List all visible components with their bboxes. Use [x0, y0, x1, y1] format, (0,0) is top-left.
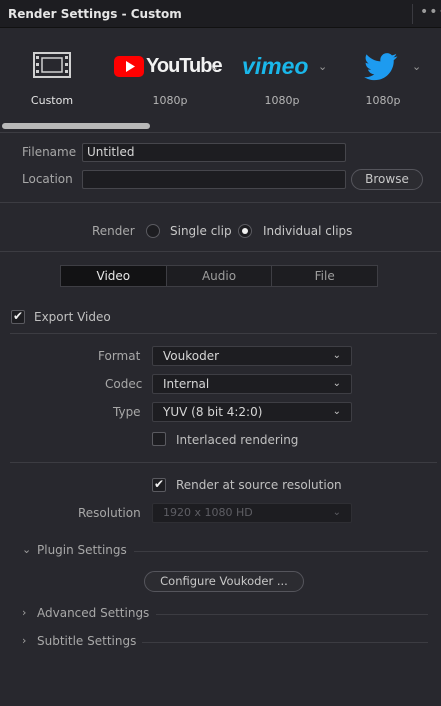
scrollbar-thumb[interactable]	[2, 123, 150, 129]
browse-button[interactable]: Browse	[351, 169, 423, 190]
more-options-icon[interactable]: •••	[420, 4, 441, 20]
panel-title: Render Settings - Custom	[8, 7, 182, 21]
type-label: Type	[113, 405, 141, 419]
interlaced-label[interactable]: Interlaced rendering	[176, 433, 298, 447]
vimeo-logo: vimeo	[242, 53, 309, 79]
subtitle-settings-section[interactable]: › Subtitle Settings	[22, 634, 428, 650]
chevron-down-icon: ⌄	[412, 60, 422, 73]
render-source-resolution-checkbox[interactable]	[152, 477, 166, 492]
resolution-label: Resolution	[78, 506, 141, 520]
section-divider	[156, 614, 428, 615]
location-label: Location	[22, 172, 73, 186]
single-clip-label[interactable]: Single clip	[170, 224, 232, 238]
chevron-down-icon: ⌄	[332, 350, 341, 361]
divider	[10, 333, 437, 334]
preset-youtube[interactable]: YouTube ⌄ 1080p	[110, 40, 230, 112]
tab-audio[interactable]: Audio	[167, 266, 273, 286]
settings-tabs: Video Audio File	[60, 265, 378, 287]
divider	[0, 132, 441, 133]
format-select[interactable]: Voukoder ⌄	[152, 346, 352, 366]
format-label: Format	[98, 349, 141, 363]
render-source-resolution-label[interactable]: Render at source resolution	[176, 478, 342, 492]
divider	[0, 251, 441, 252]
plugin-settings-section[interactable]: ⌄ Plugin Settings	[22, 543, 428, 559]
divider	[10, 462, 437, 463]
preset-custom[interactable]: Custom	[7, 40, 97, 112]
chevron-down-icon: ⌄	[318, 60, 328, 73]
film-icon	[33, 52, 71, 78]
resolution-select: 1920 x 1080 HD ⌄	[152, 503, 352, 523]
advanced-settings-label: Advanced Settings	[37, 606, 150, 620]
chevron-down-icon: ⌄	[332, 378, 341, 389]
section-divider	[134, 551, 428, 552]
chevron-down-icon: ⌄	[210, 60, 220, 73]
filename-field[interactable]: Untitled	[82, 143, 346, 162]
chevron-down-icon: ⌄	[332, 406, 341, 417]
individual-clips-radio[interactable]	[238, 224, 252, 238]
tab-video[interactable]: Video	[61, 266, 167, 286]
preset-twitter[interactable]: ⌄ 1080p	[338, 40, 428, 112]
plugin-settings-label: Plugin Settings	[37, 543, 127, 557]
tab-file[interactable]: File	[272, 266, 377, 286]
preset-youtube-label: 1080p	[152, 94, 188, 107]
preset-vimeo-label: 1080p	[264, 94, 300, 107]
preset-custom-label: Custom	[30, 94, 74, 107]
subtitle-settings-label: Subtitle Settings	[37, 634, 137, 648]
chevron-down-icon: ⌄	[332, 507, 341, 518]
type-value: YUV (8 bit 4:2:0)	[163, 405, 263, 419]
codec-value: Internal	[163, 377, 210, 391]
advanced-settings-section[interactable]: › Advanced Settings	[22, 606, 428, 622]
preset-vimeo[interactable]: vimeo ⌄ 1080p	[232, 40, 332, 112]
twitter-bird-icon	[364, 53, 398, 81]
section-divider	[142, 642, 428, 643]
header-divider	[412, 4, 413, 24]
format-value: Voukoder	[163, 349, 220, 363]
type-select[interactable]: YUV (8 bit 4:2:0) ⌄	[152, 402, 352, 422]
configure-voukoder-button[interactable]: Configure Voukoder ...	[144, 571, 304, 592]
chevron-right-icon: ›	[22, 634, 27, 647]
chevron-down-icon: ⌄	[22, 543, 32, 556]
export-video-checkbox[interactable]	[11, 309, 25, 324]
chevron-right-icon: ›	[22, 606, 27, 619]
codec-label: Codec	[105, 377, 143, 391]
preset-twitter-label: 1080p	[365, 94, 401, 107]
codec-select[interactable]: Internal ⌄	[152, 374, 352, 394]
render-label: Render	[92, 224, 135, 238]
individual-clips-label[interactable]: Individual clips	[263, 224, 352, 238]
divider	[0, 202, 441, 203]
location-field[interactable]	[82, 170, 346, 189]
export-video-label[interactable]: Export Video	[34, 310, 111, 324]
single-clip-radio[interactable]	[146, 224, 160, 238]
filename-label: Filename	[22, 145, 77, 159]
youtube-logo	[114, 56, 144, 77]
resolution-value: 1920 x 1080 HD	[163, 506, 253, 519]
interlaced-checkbox[interactable]	[152, 432, 166, 446]
